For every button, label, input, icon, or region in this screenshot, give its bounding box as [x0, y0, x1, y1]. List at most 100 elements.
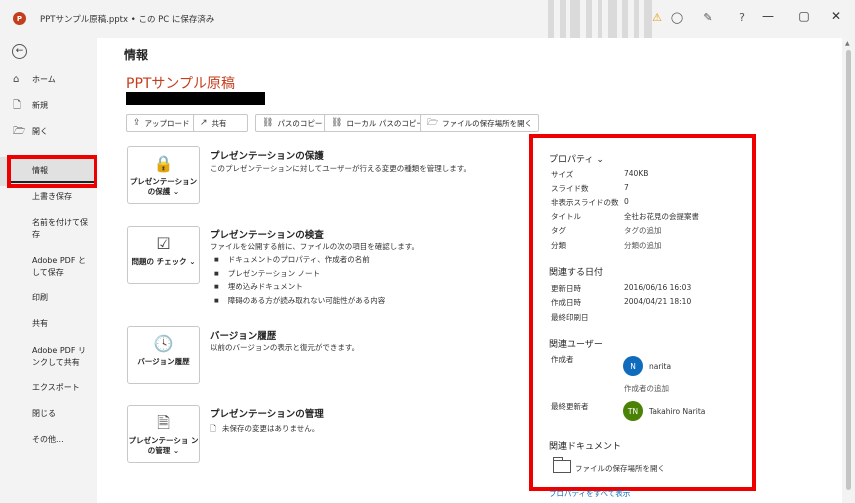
version-history-button-label: バージョン履歴 [137, 357, 190, 366]
property-value-slide-count: 7 [624, 183, 629, 192]
nav-more[interactable]: その他... [0, 434, 97, 446]
copy-local-path-label: ローカル パスのコピー [346, 118, 424, 128]
manage-presentation-button-label: プレゼンテーショ ンの管理 ⌄ [128, 436, 199, 455]
upload-label: アップロード [144, 118, 190, 128]
nav-home[interactable]: ⌂ ホーム [0, 74, 97, 86]
powerpoint-logo-icon: P [13, 12, 26, 25]
date-key-last-printed: 最終印刷日 [551, 313, 589, 322]
versions-title: バージョン履歴 [210, 331, 277, 342]
nav-export[interactable]: エクスポート [0, 382, 97, 394]
modifier-name[interactable]: Takahiro Narita [649, 407, 705, 416]
check-issues-button-label: 問題の チェック ⌄ [131, 257, 196, 266]
nav-save[interactable]: 上書き保存 [0, 191, 97, 203]
inspect-bullet: プレゼンテーション ノート [214, 268, 320, 279]
warning-icon[interactable]: ⚠ [649, 11, 665, 24]
date-value-modified: 2016/06/16 16:03 [624, 283, 692, 292]
nav-new[interactable]: 🗋 新規 [0, 100, 97, 112]
related-people-heading: 関連ユーザー [549, 340, 603, 350]
document-icon: 🗋 [210, 424, 217, 433]
nav-close[interactable]: 閉じる [0, 408, 97, 420]
title-bar: P PPTサンプル原稿.pptx • この PC に保存済み ⚠ ◯ ✎ ? —… [0, 0, 855, 38]
nav-save-as[interactable]: 名前を付けて保存 [0, 217, 90, 241]
nav-adobe-pdf-link-share[interactable]: Adobe PDF リンクして共有 [0, 345, 92, 369]
last-modified-by-label: 最終更新者 [551, 402, 589, 411]
pen-icon[interactable]: ✎ [700, 11, 716, 24]
property-key-slide-count: スライド数 [551, 184, 589, 193]
new-document-icon: 🗋 [13, 100, 22, 111]
property-value-hidden-slides: 0 [624, 197, 629, 206]
share-label: 共有 [211, 118, 227, 128]
copy-local-path-button[interactable]: ⛓ ローカル パスのコピー [324, 114, 431, 132]
window-title: PPTサンプル原稿.pptx • この PC に保存済み [40, 15, 215, 25]
link-icon: ⛓ [262, 118, 274, 128]
inspect-bullet: 障碍のある方が読み取れない可能性がある内容 [214, 295, 386, 306]
protect-presentation-button-label: プレゼンテーション の保護 ⌄ [129, 177, 198, 196]
copy-path-button[interactable]: ⛓ パスのコピー [255, 114, 330, 132]
inspect-bullet: 埋め込みドキュメント [214, 281, 303, 292]
version-history-button[interactable]: 🕓 バージョン履歴 [127, 326, 200, 384]
property-key-category: 分類 [551, 241, 566, 250]
add-author-link[interactable]: 作成者の追加 [624, 383, 669, 394]
nav-print[interactable]: 印刷 [0, 292, 97, 304]
person-icon[interactable]: ◯ [669, 11, 685, 24]
manage-title: プレゼンテーションの管理 [210, 409, 324, 420]
open-file-location-button[interactable]: 🗁 ファイルの保存場所を開く [420, 114, 540, 132]
page-title: 情報 [124, 48, 149, 62]
add-tag-field[interactable]: タグの追加 [624, 225, 662, 236]
nav-share[interactable]: 共有 [0, 318, 97, 330]
manage-description-text: 未保存の変更はありません。 [222, 424, 320, 433]
author-avatar[interactable]: N [623, 356, 643, 376]
nav-home-label: ホーム [32, 75, 56, 84]
property-value-size: 740KB [624, 169, 649, 178]
inspect-description: ファイルを公開する前に、ファイルの次の項目を確認します。 [210, 242, 420, 251]
protect-presentation-button[interactable]: 🔒 プレゼンテーション の保護 ⌄ [127, 146, 200, 204]
nav-highlight-box [7, 155, 98, 188]
scroll-thumb[interactable] [846, 50, 851, 490]
folder-open-icon: 🗁 [13, 126, 26, 137]
folder-icon: 🗁 [427, 118, 439, 128]
share-icon: ↗ [200, 118, 208, 128]
protect-title: プレゼンテーションの保護 [210, 151, 324, 162]
date-value-created: 2004/04/21 18:10 [624, 297, 692, 306]
folder-icon[interactable] [553, 457, 571, 473]
nav-open[interactable]: 🗁 開く [0, 126, 97, 138]
open-file-location-link[interactable]: ファイルの保存場所を開く [575, 463, 665, 474]
check-issues-button[interactable]: ☑ 問題の チェック ⌄ [127, 226, 200, 284]
manage-description: 🗋 未保存の変更はありません。 [210, 423, 319, 436]
upload-button[interactable]: ⇪ アップロード [126, 114, 197, 132]
share-button[interactable]: ↗ 共有 [193, 114, 248, 132]
related-dates-heading: 関連する日付 [549, 268, 604, 278]
history-icon: 🕓 [153, 334, 174, 353]
document-title: PPTサンプル原稿 [126, 76, 236, 92]
property-key-hidden-slides: 非表示スライドの数 [551, 198, 619, 207]
link-icon: ⛓ [331, 118, 343, 128]
upload-icon: ⇪ [133, 118, 141, 128]
author-name[interactable]: narita [649, 362, 671, 371]
property-key-title: タイトル [551, 212, 581, 221]
properties-heading[interactable]: プロパティ ⌄ [549, 152, 604, 165]
modifier-avatar[interactable]: TN [623, 401, 643, 421]
property-value-title[interactable]: 全社お花見の会提案書 [624, 211, 699, 222]
add-category-field[interactable]: 分類の追加 [624, 240, 662, 251]
author-label: 作成者 [551, 355, 574, 364]
manage-document-icon: 🗎 [157, 413, 170, 432]
inspect-bullet: ドキュメントのプロパティ、作成者の名前 [214, 254, 370, 265]
versions-description: 以前のバージョンの表示と復元ができます。 [210, 343, 360, 352]
scroll-up-icon[interactable]: ▲ [845, 40, 850, 47]
minimize-button[interactable]: — [758, 9, 778, 23]
manage-presentation-button[interactable]: 🗎 プレゼンテーショ ンの管理 ⌄ [127, 405, 200, 463]
redacted-file-path [126, 92, 265, 105]
help-icon[interactable]: ? [734, 11, 750, 24]
home-icon: ⌂ [13, 74, 20, 85]
maximize-button[interactable]: ▢ [794, 9, 814, 23]
nav-save-adobe-pdf[interactable]: Adobe PDF として保存 [0, 255, 92, 279]
protect-description: このプレゼンテーションに対してユーザーが行える変更の種類を管理します。 [210, 164, 471, 173]
inspect-title: プレゼンテーションの検査 [210, 230, 324, 241]
show-all-properties-link[interactable]: プロパティをすべて表示 [549, 488, 630, 499]
copy-path-label: パスのコピー [277, 118, 323, 128]
close-button[interactable]: ✕ [826, 9, 846, 23]
back-icon[interactable]: ← [12, 44, 27, 59]
open-file-location-label: ファイルの保存場所を開く [442, 118, 533, 128]
related-documents-heading: 関連ドキュメント [549, 442, 622, 452]
property-key-tags: タグ [551, 226, 566, 235]
